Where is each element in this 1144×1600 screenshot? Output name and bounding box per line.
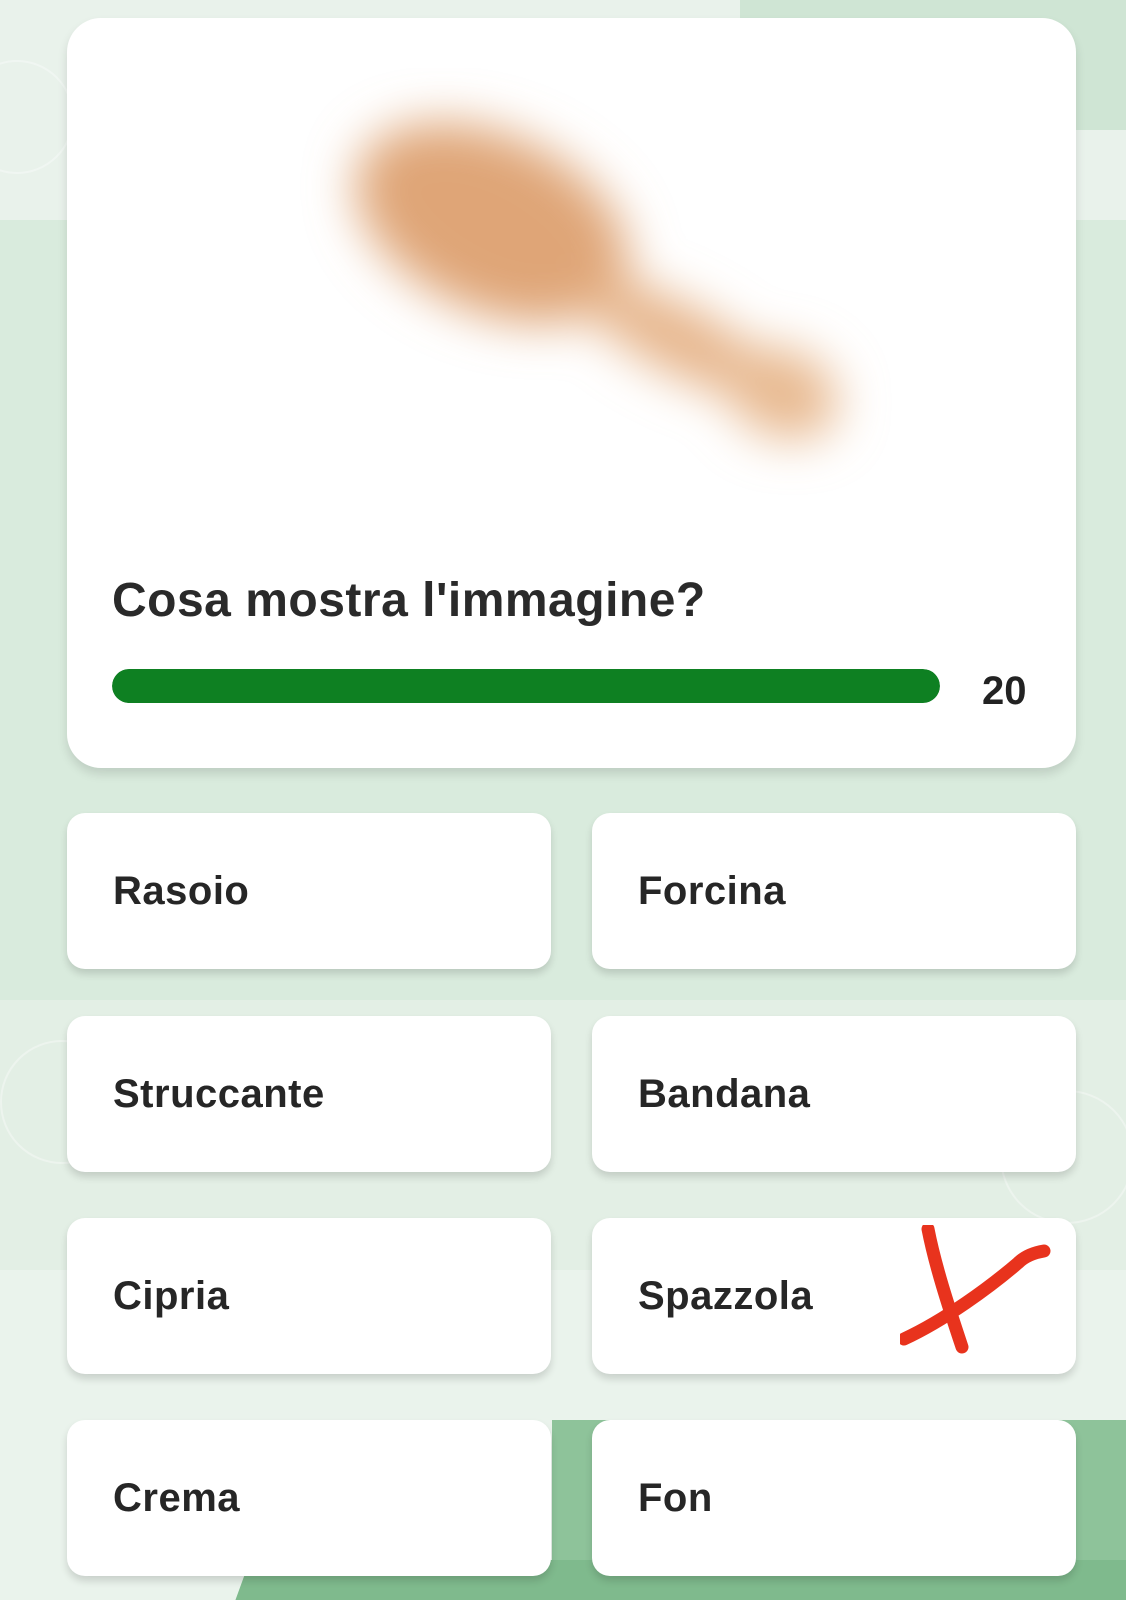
timer-bar-fill <box>112 669 940 703</box>
answer-label: Crema <box>113 1475 241 1520</box>
answer-option[interactable]: Bandana <box>592 1016 1076 1172</box>
screen-edge <box>1126 0 1144 1600</box>
question-text: Cosa mostra l'immagine? <box>112 574 706 627</box>
timer-bar <box>112 669 940 703</box>
answer-label: Forcina <box>638 868 786 913</box>
answer-option[interactable]: Struccante <box>67 1016 551 1172</box>
hairbrush-blurred-image <box>355 122 838 440</box>
answer-label: Cipria <box>113 1273 230 1318</box>
timer-count: 20 <box>982 669 1027 713</box>
answer-label: Bandana <box>638 1071 811 1116</box>
answer-option[interactable]: Forcina <box>592 813 1076 969</box>
answer-option[interactable]: Spazzola <box>592 1218 1076 1374</box>
answer-option[interactable]: Fon <box>592 1420 1076 1576</box>
answer-label: Spazzola <box>638 1273 814 1318</box>
answer-label: Fon <box>638 1475 713 1520</box>
answer-option[interactable]: Cipria <box>67 1218 551 1374</box>
answer-label: Rasoio <box>113 868 250 913</box>
answer-label: Struccante <box>113 1071 325 1116</box>
answer-option[interactable]: Crema <box>67 1420 551 1576</box>
answer-option[interactable]: Rasoio <box>67 813 551 969</box>
question-card: Cosa mostra l'immagine? 20 <box>67 18 1076 768</box>
